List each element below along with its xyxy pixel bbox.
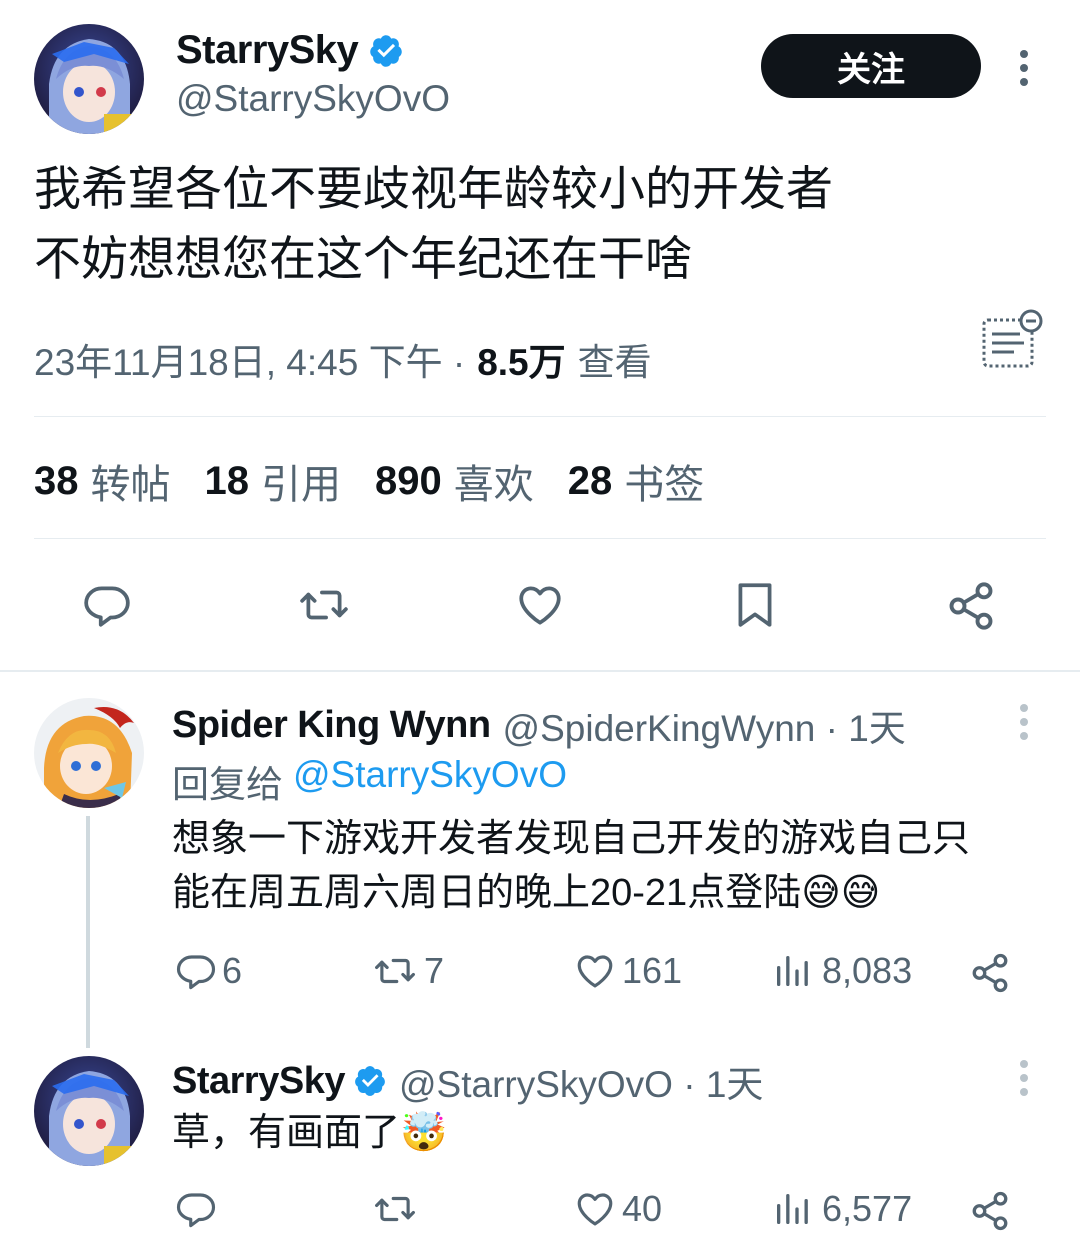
like-action[interactable]: 161	[572, 950, 682, 992]
reply-author-name[interactable]: Spider King Wynn	[172, 704, 491, 747]
reply-text: 草，有画面了🤯	[172, 1112, 448, 1154]
reply-author-avatar[interactable]	[34, 1056, 144, 1166]
retweets-count: 38	[34, 458, 79, 503]
reply-text-line-2: 能在周五周六周日的晚上20-21点登陆😅😅	[172, 872, 881, 914]
author-handle[interactable]: @StarrySkyOvO	[176, 78, 450, 120]
author-avatar[interactable]	[34, 24, 144, 134]
bookmarks-stat[interactable]: 28 书签	[568, 452, 705, 510]
retweet-action[interactable]: 7	[370, 950, 444, 992]
reply-author-handle-time[interactable]: @SpiderKingWynn · 1天	[503, 698, 906, 752]
views-action[interactable]: 8,083	[772, 950, 912, 992]
retweet-icon	[370, 950, 420, 992]
likes-count: 890	[375, 458, 442, 503]
like-heart-icon	[572, 950, 618, 992]
share-icon[interactable]	[944, 580, 998, 632]
bookmarks-count: 28	[567, 458, 613, 503]
verified-badge-icon	[353, 1064, 387, 1098]
retweet-count: 7	[424, 950, 445, 991]
like-heart-icon	[572, 1188, 618, 1230]
verified-badge-icon	[368, 33, 404, 69]
reply-icon[interactable]	[80, 580, 134, 630]
quotes-stat[interactable]: 18 引用	[205, 452, 342, 510]
quotes-label: 引用	[261, 463, 341, 507]
divider	[34, 416, 1046, 417]
views-action[interactable]: 6,577	[772, 1188, 912, 1230]
like-heart-icon[interactable]	[512, 580, 568, 630]
bookmark-icon[interactable]	[730, 578, 780, 632]
more-options-icon[interactable]	[1012, 1058, 1036, 1098]
retweet-icon[interactable]	[294, 580, 354, 630]
thread-connector-line	[86, 816, 90, 1048]
more-options-icon[interactable]	[1012, 702, 1036, 742]
retweet-action[interactable]	[370, 1188, 420, 1230]
follow-button[interactable]: 关注	[761, 34, 981, 98]
views-count: 8,083	[822, 950, 913, 991]
reply-text-line-1: 想象一下游戏开发者发现自己开发的游戏自己只	[172, 818, 971, 860]
reply-icon	[174, 950, 218, 992]
views-label: 查看	[577, 342, 652, 383]
retweet-icon	[370, 1188, 420, 1230]
reply-author-avatar[interactable]	[34, 698, 144, 808]
share-icon[interactable]	[968, 952, 1012, 994]
author-name[interactable]: StarrySky	[176, 28, 359, 73]
reply-to-handle-link[interactable]: @StarrySkyOvO	[293, 754, 567, 808]
likes-stat[interactable]: 890 喜欢	[375, 452, 534, 510]
like-count: 161	[622, 950, 683, 991]
views-count: 8.5万	[477, 342, 566, 383]
reply-icon	[174, 1188, 218, 1230]
like-action[interactable]: 40	[572, 1188, 662, 1230]
share-icon[interactable]	[968, 1190, 1012, 1232]
quotes-count: 18	[204, 458, 250, 503]
divider	[34, 538, 1046, 539]
section-divider	[0, 670, 1080, 672]
more-options-icon[interactable]	[1012, 48, 1036, 88]
retweets-label: 转帖	[90, 463, 171, 507]
tweet-text-line-2: 不妨想想您在这个年纪还在干啥	[34, 232, 692, 285]
reply-to-label: 回复给	[172, 764, 283, 805]
post-analytics-icon[interactable]	[980, 308, 1046, 370]
reply-action[interactable]	[174, 1188, 218, 1230]
reply-author-name[interactable]: StarrySky	[172, 1060, 345, 1103]
reply-action[interactable]: 6	[174, 950, 242, 992]
views-count: 6,577	[822, 1188, 913, 1229]
like-count: 40	[622, 1188, 663, 1229]
tweet-timestamp[interactable]: 23年11月18日, 4:45 下午 ·	[34, 332, 465, 386]
views-bar-chart-icon	[772, 1188, 812, 1230]
views-bar-chart-icon	[772, 950, 812, 992]
retweets-stat[interactable]: 38 转帖	[34, 452, 171, 510]
tweet-text-line-1: 我希望各位不要歧视年龄较小的开发者	[34, 162, 833, 215]
likes-label: 喜欢	[453, 463, 534, 507]
reply-author-handle-time[interactable]: @StarrySkyOvO · 1天	[399, 1054, 763, 1108]
bookmarks-label: 书签	[624, 463, 705, 507]
reply-count: 6	[222, 950, 243, 991]
